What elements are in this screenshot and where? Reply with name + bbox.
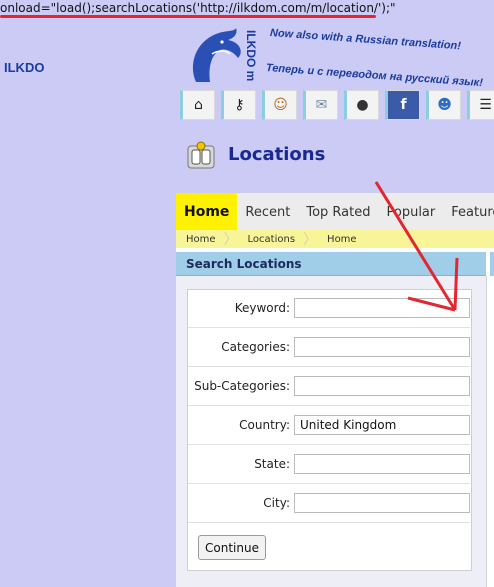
tab-recent[interactable]: Recent [237, 193, 298, 230]
tab-home[interactable]: Home [176, 193, 238, 230]
subcategories-label: Sub-Categories: [194, 379, 290, 393]
breadcrumb-current[interactable]: Home [317, 234, 365, 245]
continue-button[interactable]: Continue [198, 535, 266, 560]
red-underline-annotation [0, 15, 376, 18]
side-panel-heading [490, 252, 494, 276]
icon-toolbar: ⌂ ⚷ ☺ ✉ ● f ☻ ☰ [180, 90, 494, 120]
country-select[interactable]: United Kingdom [294, 415, 470, 435]
breadcrumb: Home 〉 Locations 〉 Home [176, 230, 494, 248]
breadcrumb-separator: 〉 [223, 232, 238, 248]
code-snippet: onload="load();searchLocations('http://i… [0, 1, 396, 15]
tagline-russian: Теперь и с переводом на русский язык! [265, 62, 484, 90]
categories-row: Categories: [188, 329, 470, 367]
keyword-row: Keyword: [188, 290, 470, 328]
subcategories-input[interactable] [294, 376, 470, 396]
tab-featured[interactable]: Featured [443, 193, 494, 230]
city-input[interactable] [294, 493, 470, 513]
city-label: City: [263, 496, 290, 510]
binoculars-icon [187, 141, 215, 169]
ball-icon[interactable]: ● [344, 90, 379, 120]
tab-popular[interactable]: Popular [379, 193, 444, 230]
categories-input[interactable] [294, 337, 470, 357]
group-icon[interactable]: ☻ [426, 90, 461, 120]
tab-bar: Home Recent Top Rated Popular Featured [176, 193, 494, 230]
breadcrumb-separator: 〉 [303, 232, 318, 248]
user-icon[interactable]: ☺ [262, 90, 297, 120]
search-section-heading: Search Locations [176, 252, 486, 276]
tagline-english: Now also with a Russian translation! [269, 27, 462, 53]
mail-icon[interactable]: ✉ [303, 90, 338, 120]
facebook-icon[interactable]: f [385, 90, 420, 120]
state-label: State: [254, 457, 290, 471]
page-title: Locations [228, 144, 326, 165]
subcategories-row: Sub-Categories: [188, 368, 470, 406]
document-icon[interactable]: ☰ [467, 90, 494, 120]
keyword-input[interactable] [294, 298, 470, 318]
state-row: State: [188, 446, 470, 484]
breadcrumb-home[interactable]: Home [176, 234, 224, 245]
city-row: City: [188, 485, 470, 523]
logo-vertical-text: ILKDO m [244, 30, 258, 82]
breadcrumb-locations[interactable]: Locations [238, 234, 304, 245]
keyhole-icon[interactable]: ⚷ [221, 90, 256, 120]
home-icon[interactable]: ⌂ [180, 90, 215, 120]
logo-text: ILKDO [4, 60, 45, 75]
keyword-label: Keyword: [234, 301, 290, 315]
country-label: Country: [239, 418, 290, 432]
tab-top-rated[interactable]: Top Rated [298, 193, 378, 230]
country-row: Country: United Kingdom [188, 407, 470, 445]
state-input[interactable] [294, 454, 470, 474]
categories-label: Categories: [221, 340, 290, 354]
